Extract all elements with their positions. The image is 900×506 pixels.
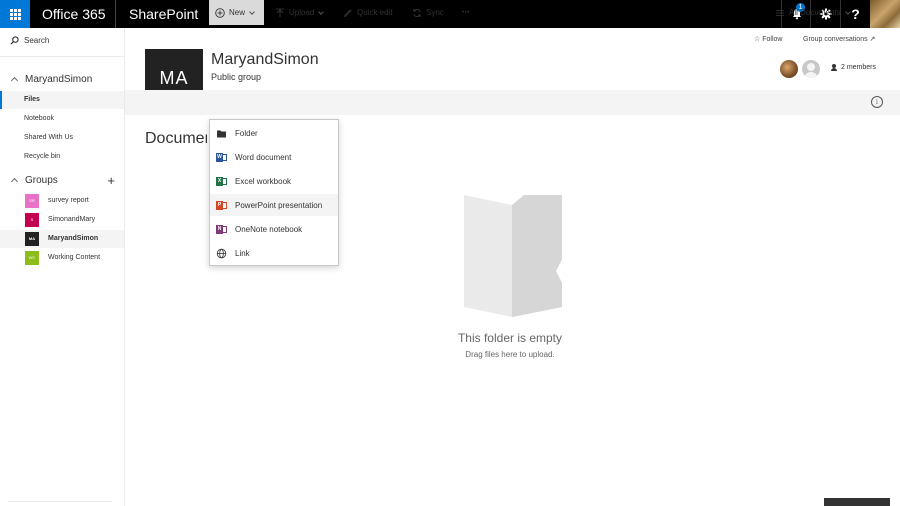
sync-button[interactable]: Sync [412, 0, 444, 25]
sync-label: Sync [426, 8, 444, 17]
upload-button[interactable]: Upload [275, 0, 325, 25]
menu-item-excel-workbook[interactable]: X Excel workbook [210, 170, 338, 192]
menu-item-link[interactable]: Link [210, 242, 338, 264]
menu-item-label: Excel workbook [235, 176, 292, 186]
groups-header-label: Groups [25, 175, 58, 186]
nav-item-notebook[interactable]: Notebook [0, 110, 124, 128]
group-tile: MA [25, 232, 39, 246]
group-label: SimonandMary [48, 216, 96, 223]
office365-brand-link[interactable]: Office 365 [42, 6, 106, 22]
group-item-working-content[interactable]: WC Working Content [0, 249, 124, 267]
group-label: MaryandSimon [48, 235, 99, 242]
globe-link-icon [216, 248, 227, 259]
chevron-down-icon [318, 8, 325, 15]
new-dropdown-menu: Folder W Word document X Excel workbook … [209, 119, 339, 266]
sharepoint-app-link[interactable]: SharePoint [129, 6, 198, 22]
nav-bottom-divider [8, 501, 112, 502]
pencil-icon [343, 8, 353, 18]
group-item-simonandmary[interactable]: S SimonandMary [0, 211, 124, 229]
excel-icon: X [216, 176, 227, 187]
list-view-icon [775, 8, 785, 18]
groups-header[interactable]: Groups + [10, 173, 120, 188]
empty-state-title: This folder is empty [457, 331, 563, 345]
folder-icon [216, 128, 227, 139]
member-avatar[interactable] [780, 60, 798, 78]
menu-item-folder[interactable]: Folder [210, 122, 338, 144]
search-icon [10, 36, 19, 45]
group-label: Working Content [48, 254, 101, 261]
members-count: 2 members [841, 64, 877, 71]
star-icon: ☆ [754, 36, 761, 43]
empty-folder-illustration [464, 195, 562, 317]
menu-item-powerpoint-presentation[interactable]: P PowerPoint presentation [210, 194, 338, 216]
new-button[interactable]: New [209, 0, 264, 25]
arrow-up-right-icon: ↗ [869, 36, 876, 43]
suite-bar: Office 365 SharePoint 1 ? [0, 0, 900, 28]
nav-item-recycle-bin[interactable]: Recycle bin [0, 148, 124, 166]
chevron-down-icon [249, 8, 255, 15]
quick-edit-button[interactable]: Quick edit [343, 0, 393, 25]
group-item-survey-report[interactable]: SR survey report [0, 192, 124, 210]
person-icon [831, 64, 837, 71]
group-privacy-label: Public group [211, 72, 262, 82]
page-title[interactable]: MaryandSimon [211, 51, 319, 69]
upload-arrow-icon [275, 8, 285, 18]
menu-item-label: OneNote notebook [235, 224, 303, 234]
nav-divider [0, 56, 125, 57]
add-circle-icon [215, 7, 225, 18]
group-tile: WC [25, 251, 39, 265]
nav-item-files[interactable]: Files [0, 91, 124, 109]
site-nav-header[interactable]: MaryandSimon [10, 74, 92, 85]
suite-divider [115, 0, 116, 28]
site-name: MaryandSimon [25, 74, 93, 85]
word-icon: W [216, 152, 227, 163]
sync-icon [412, 8, 422, 18]
left-navigation: Search MaryandSimon Files Notebook Share… [0, 28, 125, 506]
empty-state-subtitle: Drag files here to upload. [465, 350, 555, 359]
info-button[interactable]: i [871, 96, 883, 108]
view-label: All Documents [789, 8, 841, 17]
group-tile: S [25, 213, 39, 227]
menu-item-label: Link [235, 248, 250, 258]
menu-item-label: PowerPoint presentation [235, 200, 323, 210]
menu-item-word-document[interactable]: W Word document [210, 146, 338, 168]
members-button[interactable]: 2 members [831, 64, 876, 71]
powerpoint-icon: P [216, 200, 227, 211]
chevron-up-icon [10, 76, 19, 85]
new-label: New [229, 8, 246, 17]
follow-label: Follow [762, 36, 783, 43]
more-commands-button[interactable]: ••• [462, 0, 470, 25]
onenote-icon: N [216, 224, 227, 235]
upload-label: Upload [289, 8, 315, 17]
menu-item-label: Folder [235, 128, 258, 138]
command-bar [125, 90, 900, 115]
search-label: Search [24, 36, 50, 45]
chevron-down-icon [844, 8, 851, 15]
group-conversations-label: Group conversations [803, 36, 868, 43]
add-group-button[interactable]: + [107, 173, 115, 188]
app-launcher-button[interactable] [0, 0, 30, 28]
group-tile: SR [25, 194, 39, 208]
quick-edit-label: Quick edit [357, 8, 393, 17]
menu-item-onenote-notebook[interactable]: N OneNote notebook [210, 218, 338, 240]
group-conversations-link[interactable]: Group conversations ↗ [803, 35, 875, 43]
user-avatar[interactable] [870, 0, 900, 28]
follow-button[interactable]: ☆ Follow [754, 35, 782, 43]
chevron-up-icon [10, 177, 19, 186]
nav-item-shared-with-us[interactable]: Shared With Us [0, 129, 124, 147]
group-item-maryandsimon[interactable]: MA MaryandSimon [0, 230, 124, 248]
search-box[interactable]: Search [10, 36, 49, 45]
view-switcher[interactable]: All Documents [775, 0, 851, 25]
menu-item-label: Word document [235, 152, 292, 162]
waffle-icon [9, 8, 21, 20]
group-label: survey report [48, 197, 89, 204]
library-heading: Documents [145, 130, 207, 147]
feedback-button[interactable] [824, 498, 890, 506]
member-avatar-placeholder[interactable] [802, 60, 820, 78]
